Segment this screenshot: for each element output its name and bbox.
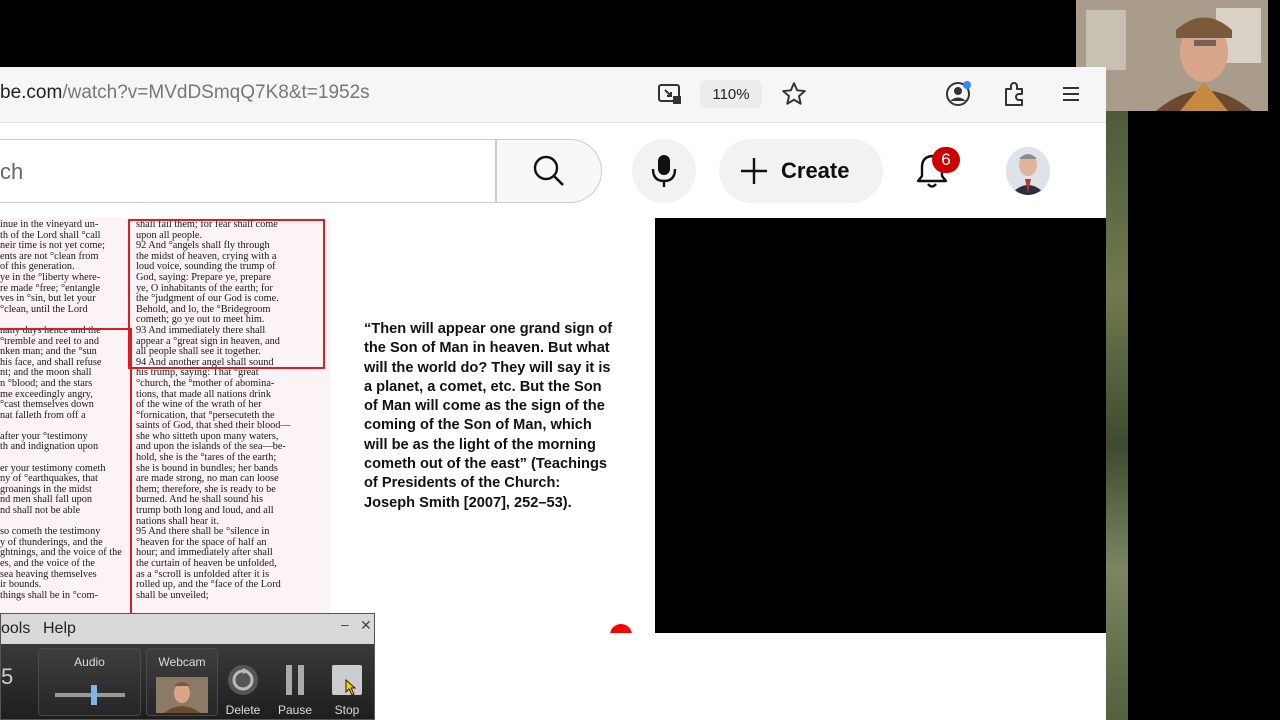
star-icon[interactable]	[779, 79, 809, 109]
background-strip	[1106, 111, 1128, 720]
highlight-box	[0, 328, 132, 633]
microphone-icon	[651, 155, 677, 187]
url-text[interactable]: be.com/watch?v=MVdDSmqQ7K8&t=1952s	[0, 82, 370, 104]
pause-label: Pause	[277, 703, 313, 717]
audio-slider-track[interactable]	[55, 693, 125, 697]
pause-button[interactable]: Pause	[275, 662, 315, 718]
menu-icon[interactable]	[1056, 79, 1086, 109]
quote-text: “Then will appear one grand sign of the …	[364, 321, 613, 511]
delete-label: Delete	[225, 703, 261, 717]
search-input[interactable]	[0, 139, 496, 203]
plus-icon	[741, 158, 767, 184]
account-icon[interactable]	[943, 79, 973, 109]
highlight-box	[128, 219, 325, 369]
search-icon	[533, 155, 564, 186]
create-button[interactable]: Create	[719, 139, 883, 203]
voice-search-button[interactable]	[632, 139, 696, 203]
stop-icon	[332, 665, 362, 696]
recorder-menu-bar: ools Help – ✕	[1, 614, 374, 644]
left-line: inue in the vineyard un-	[0, 219, 99, 230]
create-label: Create	[781, 158, 850, 183]
scripture-page: inue in the vineyard un-th of the Lord s…	[0, 218, 330, 633]
delete-button[interactable]: Delete	[223, 662, 263, 718]
left-line: °clean, until the Lord	[0, 303, 88, 315]
progress-scrubber[interactable]	[610, 624, 632, 633]
install-app-icon[interactable]	[655, 79, 685, 109]
zoom-level[interactable]: 110%	[700, 80, 762, 108]
video-player[interactable]: inue in the vineyard un-th of the Lord s…	[0, 218, 1106, 633]
webcam-thumbnail[interactable]	[156, 677, 208, 713]
video-black-area	[655, 218, 1106, 633]
stop-label: Stop	[334, 703, 360, 717]
url-path: /watch?v=MVdDSmqQ7K8&t=1952s	[62, 82, 370, 103]
search-button[interactable]	[496, 139, 602, 203]
webcam-label: Webcam	[158, 655, 206, 669]
menu-tools[interactable]: ools	[1, 620, 30, 638]
delete-icon	[228, 665, 258, 695]
left-line: ye in the °liberty where-	[0, 271, 101, 283]
menu-help[interactable]: Help	[43, 620, 76, 638]
recorder-toolbar[interactable]: ools Help – ✕ 5 Audio Webcam Delete Paus…	[0, 613, 375, 720]
webcam-group: Webcam	[146, 648, 218, 716]
address-bar[interactable]: be.com/watch?v=MVdDSmqQ7K8&t=1952s 110%	[0, 67, 1106, 123]
url-host: be.com	[0, 82, 63, 103]
audio-slider-thumb[interactable]	[91, 685, 97, 705]
audio-group: Audio	[38, 648, 141, 716]
right-line: °church, the °mother of abomina-	[136, 377, 275, 389]
recorder-left-fragment: 5	[1, 664, 14, 689]
minimize-icon[interactable]: –	[341, 616, 349, 632]
right-line: the curtain of heaven be unfolded,	[136, 558, 277, 569]
search-placeholder: ch	[0, 159, 24, 184]
audio-label: Audio	[74, 655, 105, 669]
notification-badge: 6	[932, 147, 960, 173]
extensions-icon[interactable]	[999, 79, 1029, 109]
close-icon[interactable]: ✕	[360, 617, 372, 634]
recorder-controls: 5 Audio Webcam Delete Pause Stop	[1, 644, 374, 719]
pause-icon	[286, 665, 304, 695]
stop-button[interactable]: Stop	[327, 662, 367, 718]
avatar[interactable]	[1006, 147, 1050, 195]
right-line: shall be unveiled;	[136, 589, 209, 601]
